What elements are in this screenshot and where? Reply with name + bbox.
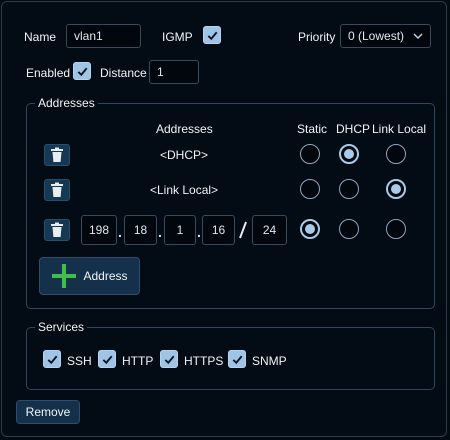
add-address-label: Address xyxy=(83,269,128,283)
http-checkbox[interactable] xyxy=(98,350,116,368)
ip-octet-2[interactable]: 18 xyxy=(124,215,157,245)
snmp-checkbox[interactable] xyxy=(228,350,246,368)
ip-prefix-input[interactable]: 24 xyxy=(252,215,287,245)
remove-button[interactable]: Remove xyxy=(16,400,80,424)
igmp-checkbox[interactable] xyxy=(203,26,221,44)
delete-address-button[interactable] xyxy=(44,144,70,166)
prefix-slash-icon xyxy=(239,221,247,239)
ip-octet-3[interactable]: 1 xyxy=(164,215,196,245)
igmp-label: IGMP xyxy=(162,30,193,44)
distance-input[interactable]: 1 xyxy=(149,60,199,84)
http-label: HTTP xyxy=(122,354,154,368)
name-input[interactable]: vlan1 xyxy=(66,24,141,48)
interface-panel: Name vlan1 IGMP Priority 0 (Lowest) Enab… xyxy=(1,1,447,437)
address-link-local-label: <Link Local> xyxy=(150,183,219,197)
enabled-checkbox[interactable] xyxy=(73,62,91,80)
radio-link-local[interactable] xyxy=(386,219,406,239)
ip-octet-4[interactable]: 16 xyxy=(202,215,235,245)
addresses-group-title: Addresses xyxy=(35,96,98,110)
checkmark-icon xyxy=(102,355,112,364)
priority-value: 0 (Lowest) xyxy=(348,29,405,43)
radio-dhcp[interactable] xyxy=(339,144,359,164)
column-header-addresses: Addresses xyxy=(156,122,213,136)
priority-label: Priority xyxy=(298,30,336,44)
radio-dhcp[interactable] xyxy=(339,179,359,199)
ssh-label: SSH xyxy=(67,354,92,368)
name-label: Name xyxy=(24,30,57,44)
ip-dot-separator: . xyxy=(197,224,201,240)
snmp-label: SNMP xyxy=(252,354,287,368)
trash-icon xyxy=(51,147,63,162)
checkmark-icon xyxy=(207,31,217,40)
ip-dot-separator: . xyxy=(118,224,122,240)
radio-link-local[interactable] xyxy=(386,179,406,199)
column-header-static: Static xyxy=(297,122,328,136)
https-label: HTTPS xyxy=(184,354,224,368)
services-group-title: Services xyxy=(35,320,88,334)
radio-static[interactable] xyxy=(300,219,320,239)
ip-dot-separator: . xyxy=(158,224,162,240)
delete-address-button[interactable] xyxy=(44,219,70,241)
enabled-label: Enabled xyxy=(26,66,71,80)
column-header-dhcp: DHCP xyxy=(336,122,371,136)
trash-icon xyxy=(51,182,63,197)
radio-static[interactable] xyxy=(300,144,320,164)
chevron-down-icon xyxy=(413,33,423,39)
radio-dhcp[interactable] xyxy=(339,219,359,239)
column-header-link-local: Link Local xyxy=(372,122,427,136)
distance-label: Distance xyxy=(100,66,147,80)
checkmark-icon xyxy=(77,67,87,76)
address-dhcp-label: <DHCP> xyxy=(160,148,209,162)
radio-link-local[interactable] xyxy=(386,144,406,164)
ip-octet-1[interactable]: 198 xyxy=(81,215,117,245)
delete-address-button[interactable] xyxy=(44,179,70,201)
checkmark-icon xyxy=(47,355,57,364)
checkmark-icon xyxy=(164,355,174,364)
add-address-button[interactable]: Address xyxy=(39,257,140,295)
radio-static[interactable] xyxy=(300,179,320,199)
trash-icon xyxy=(51,222,63,237)
https-checkbox[interactable] xyxy=(160,350,178,368)
plus-icon xyxy=(52,264,77,288)
checkmark-icon xyxy=(232,355,242,364)
ssh-checkbox[interactable] xyxy=(43,350,61,368)
priority-select[interactable]: 0 (Lowest) xyxy=(340,24,431,48)
